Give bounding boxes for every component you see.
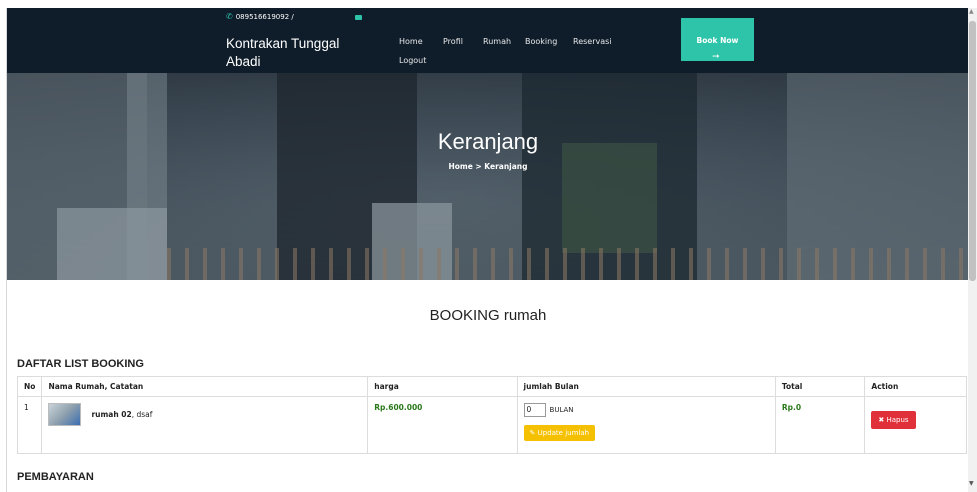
- nav-logout[interactable]: Logout: [399, 56, 426, 65]
- nav-home[interactable]: Home: [399, 37, 423, 46]
- edit-icon: ✎: [529, 429, 538, 437]
- hero-pillar-left: [57, 208, 167, 280]
- header-name: Nama Rumah, Catatan: [41, 376, 369, 397]
- table-row: 1 rumah 02, dsaf Rp.600.000 0 BULAN ✎ Upd…: [16, 396, 967, 454]
- house-thumbnail[interactable]: [48, 403, 82, 426]
- breadcrumb[interactable]: Home > Keranjang: [7, 162, 968, 171]
- header-no: No: [16, 376, 43, 397]
- header-months: jumlah Bulan: [516, 376, 776, 397]
- mail-icon[interactable]: [355, 15, 362, 20]
- arrow-right-icon[interactable]: ➞: [712, 52, 720, 62]
- total-value: Rp.0: [781, 403, 802, 412]
- brand-logo-text[interactable]: Kontrakan Tunggal Abadi: [226, 35, 366, 71]
- months-quantity-input[interactable]: 0: [523, 403, 546, 417]
- cell-name: rumah 02, dsaf: [41, 396, 369, 454]
- update-quantity-label: Update jumlah: [537, 429, 590, 437]
- house-note: , dsaf: [131, 410, 153, 419]
- months-unit-label: BULAN: [549, 406, 574, 414]
- hero-window: [562, 143, 657, 253]
- price-value: Rp.600.000: [374, 403, 423, 412]
- cell-no: 1: [16, 396, 43, 454]
- payment-title: PEMBAYARAN: [17, 471, 94, 483]
- navbar: Kontrakan Tunggal Abadi Home Profil Ruma…: [7, 18, 968, 73]
- header-total: Total: [774, 376, 866, 397]
- cell-total: Rp.0: [774, 396, 866, 454]
- nav-booking[interactable]: Booking: [525, 37, 557, 46]
- table-header-row: No Nama Rumah, Catatan harga jumlah Bula…: [16, 376, 967, 397]
- section-title: BOOKING rumah: [429, 307, 547, 324]
- header-action: Action: [864, 376, 967, 397]
- booking-table: No Nama Rumah, Catatan harga jumlah Bula…: [16, 376, 967, 454]
- booking-list-title: DAFTAR LIST BOOKING: [17, 358, 144, 370]
- hero-fence: [167, 248, 968, 280]
- scroll-up-icon[interactable]: ▲: [969, 8, 974, 15]
- nav-profil[interactable]: Profil: [443, 37, 463, 46]
- top-bar: ✆ 089516619092 /: [7, 8, 968, 30]
- header-price: harga: [367, 376, 518, 397]
- browser-viewport: ✆ 089516619092 / Kontrakan Tunggal Abadi…: [6, 8, 968, 492]
- page-title: Keranjang: [437, 129, 539, 154]
- contact-phone: ✆ 089516619092 /: [226, 12, 294, 21]
- phone-icon: ✆: [226, 12, 233, 21]
- cell-action: ✖ Hapus: [864, 396, 967, 454]
- nav-rumah[interactable]: Rumah: [483, 37, 511, 46]
- cell-months: 0 BULAN ✎ Update jumlah: [516, 396, 776, 454]
- update-quantity-button[interactable]: ✎ Update jumlah: [523, 425, 596, 441]
- hero-banner: Keranjang Home > Keranjang: [7, 73, 968, 280]
- delete-button[interactable]: ✖ Hapus: [871, 411, 916, 429]
- scrollbar-thumb[interactable]: [969, 21, 976, 281]
- nav-reservasi[interactable]: Reservasi: [573, 37, 612, 46]
- house-name: rumah 02: [91, 410, 132, 419]
- page-scrollbar[interactable]: ▲ ▼: [968, 8, 977, 492]
- scroll-down-icon[interactable]: ▼: [969, 480, 974, 487]
- delete-label: Hapus: [886, 416, 909, 424]
- phone-number: 089516619092 /: [235, 12, 294, 21]
- cell-price: Rp.600.000: [367, 396, 518, 454]
